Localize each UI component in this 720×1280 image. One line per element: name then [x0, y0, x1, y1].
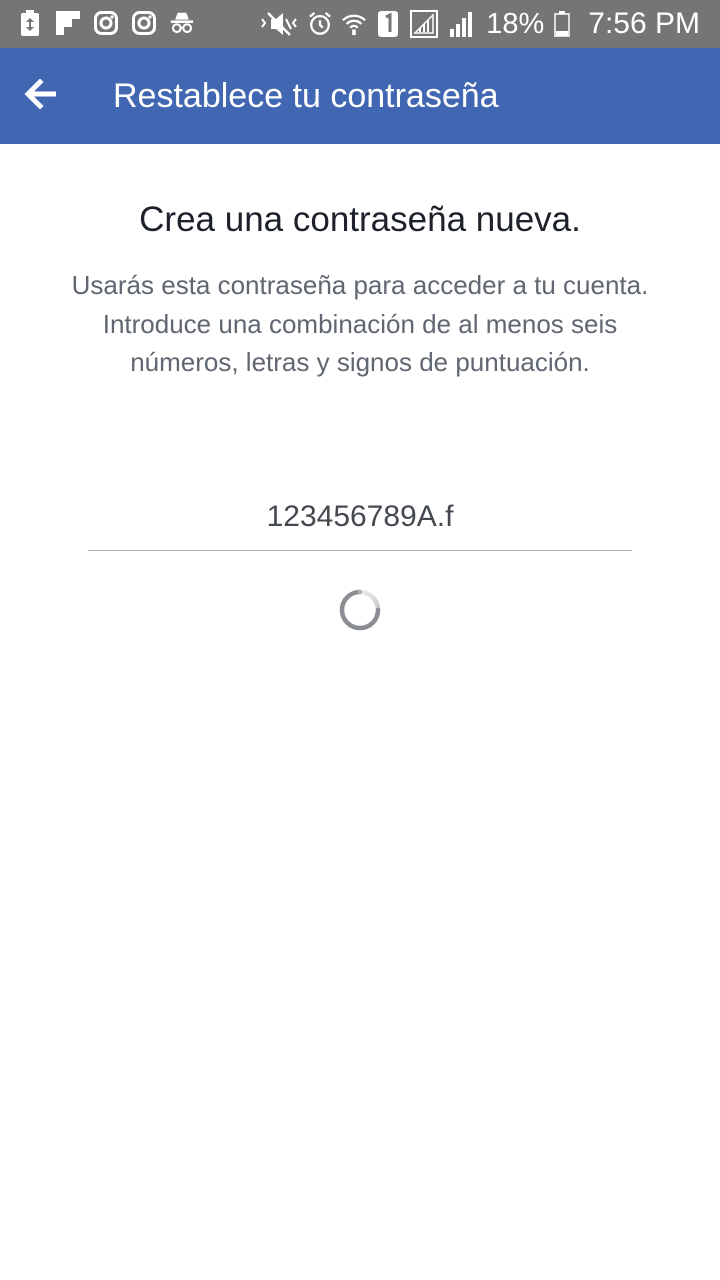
description-line: Usarás esta contraseña para acceder a tu… — [71, 270, 649, 300]
instagram-icon — [132, 10, 156, 36]
system-icons: 18% 7:56 PM — [260, 4, 700, 44]
app-bar: Restablece tu contraseña — [0, 48, 720, 144]
new-password-input[interactable] — [88, 484, 632, 551]
arrow-left-icon — [24, 77, 58, 114]
form-heading: Crea una contraseña nueva. — [139, 200, 581, 239]
battery-saver-icon — [18, 10, 42, 36]
description-line: Introduce una combinación de al menos se… — [102, 308, 618, 378]
back-button[interactable] — [24, 72, 88, 120]
notification-icons — [18, 10, 194, 36]
signal-sim2-icon — [448, 11, 476, 37]
instagram-icon — [94, 10, 118, 36]
flipboard-icon — [56, 10, 80, 36]
clock: 7:56 PM — [588, 7, 700, 40]
mute-icon — [260, 11, 298, 37]
wifi-icon — [342, 11, 367, 37]
spinner-icon — [338, 588, 382, 632]
page-title: Restablece tu contraseña — [113, 77, 499, 115]
status-bar: 18% 7:56 PM — [0, 0, 720, 48]
alarm-icon — [308, 11, 332, 37]
battery-percentage: 18% — [486, 7, 545, 40]
signal-sim1-icon — [410, 10, 439, 38]
form-description: Usarás esta contraseña para acceder a tu… — [70, 266, 650, 382]
sim-1-icon — [376, 11, 400, 37]
battery-icon — [554, 11, 571, 37]
incognito-icon — [170, 10, 194, 36]
